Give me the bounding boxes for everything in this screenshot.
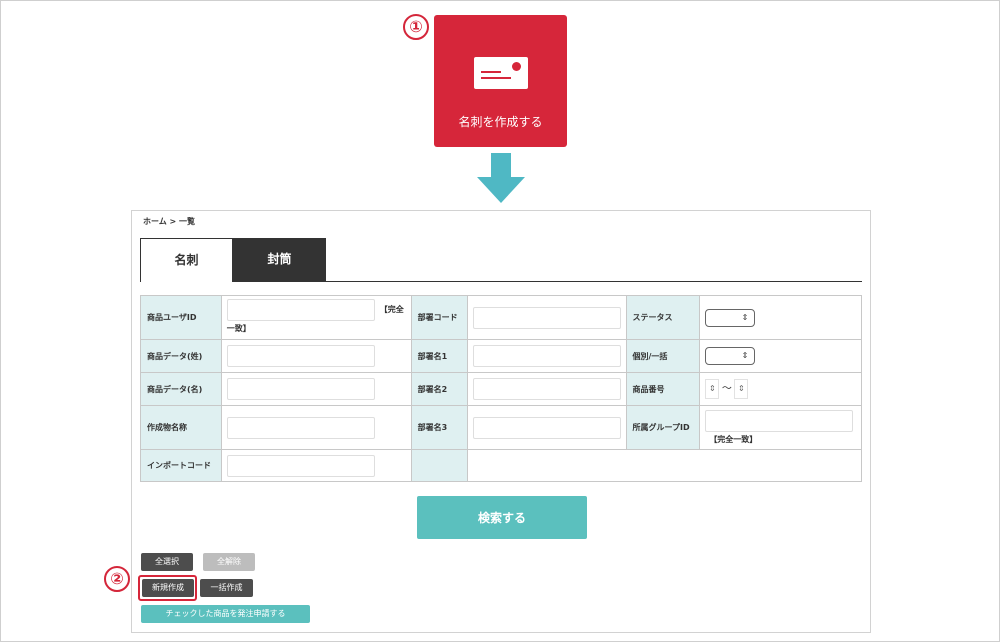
label-artifact-name: 作成物名称 [140, 405, 222, 450]
down-arrow-icon [477, 153, 525, 203]
product-number-to-stepper[interactable]: ⇕ [734, 379, 749, 399]
exact-match-note: 【完全一致】 [709, 435, 758, 444]
label-group-id: 所属グループID [625, 405, 701, 450]
label-product-data-first: 商品データ(名) [140, 372, 222, 406]
individual-bulk-select[interactable] [705, 347, 756, 365]
callout-1: ① [403, 14, 429, 40]
product-user-id-input[interactable] [226, 299, 375, 321]
label-dept-name3: 部署名3 [410, 405, 468, 450]
dept-name1-input[interactable] [472, 345, 621, 367]
callout-2: ② [104, 566, 130, 592]
label-dept-name2: 部署名2 [410, 372, 468, 406]
label-dept-name1: 部署名1 [410, 339, 468, 373]
label-status: ステータス [625, 295, 701, 340]
group-id-input[interactable] [705, 410, 854, 432]
clear-all-button[interactable]: 全解除 [203, 553, 255, 571]
product-data-last-input[interactable] [226, 345, 375, 367]
import-code-input[interactable] [226, 454, 375, 477]
select-all-button[interactable]: 全選択 [141, 553, 193, 571]
empty-label-cell [410, 449, 468, 482]
status-select[interactable] [705, 308, 756, 327]
breadcrumb: ホーム > 一覧 [143, 217, 196, 226]
tab-bar: 名刺 封筒 [140, 238, 862, 282]
exact-match-note-a: 【完全 [379, 305, 404, 314]
dept-name3-input[interactable] [472, 416, 621, 439]
range-tilde: 〜 [721, 383, 732, 395]
exact-match-note-b: 一致】 [226, 324, 251, 333]
product-number-from-stepper[interactable]: ⇕ [705, 379, 720, 399]
product-data-first-input[interactable] [226, 378, 375, 400]
dept-name2-input[interactable] [472, 378, 621, 400]
order-request-button[interactable]: チェックした商品を発注申請する [141, 605, 310, 623]
label-import-code: インポートコード [140, 449, 222, 482]
tab-business-card[interactable]: 名刺 [140, 238, 233, 282]
label-individual-bulk: 個別/一括 [625, 339, 701, 373]
new-create-button[interactable]: 新規作成 [142, 579, 194, 597]
label-product-user-id: 商品ユーザID [140, 295, 222, 340]
create-business-card-button[interactable]: 名刺を作成する [434, 15, 567, 147]
search-form-table: 商品ユーザID 【完全 一致】 部署コード ステータス 商品データ(姓) 部署名… [140, 295, 863, 482]
business-card-icon [474, 57, 528, 89]
label-product-data-last: 商品データ(姓) [140, 339, 222, 373]
list-screen-panel: ホーム > 一覧 名刺 封筒 商品ユーザID 【完全 一致】 部署コード ステー… [131, 210, 871, 633]
search-button[interactable]: 検索する [417, 496, 587, 539]
dept-code-input[interactable] [472, 306, 621, 329]
tab-envelope[interactable]: 封筒 [233, 238, 326, 281]
create-business-card-label: 名刺を作成する [458, 115, 543, 129]
bulk-create-button[interactable]: 一括作成 [200, 579, 253, 597]
label-dept-code: 部署コード [410, 295, 468, 340]
label-product-number: 商品番号 [625, 372, 701, 406]
artifact-name-input[interactable] [226, 416, 375, 439]
empty-value-cell [466, 449, 863, 482]
